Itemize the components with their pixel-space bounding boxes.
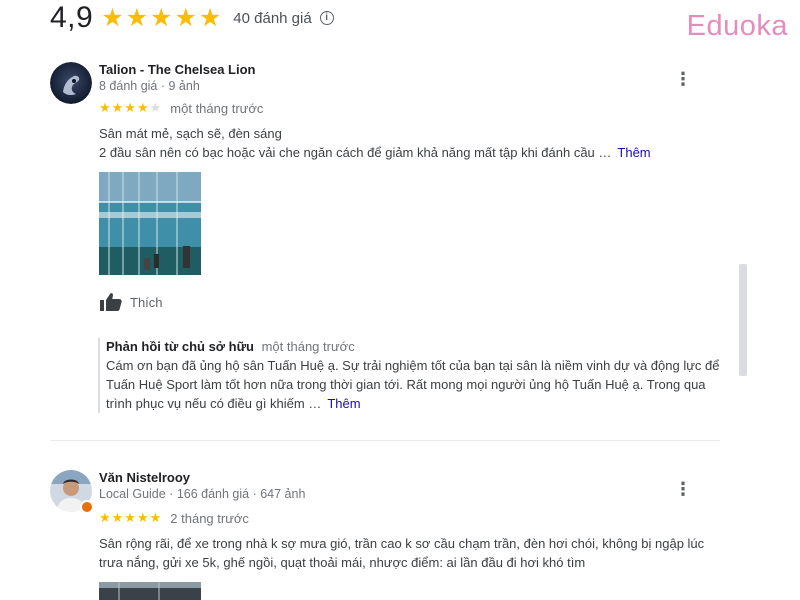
review-text-line: Sân mát mẻ, sạch sẽ, đèn sáng xyxy=(99,126,282,141)
review-rating: ★★★★★ một tháng trước xyxy=(99,100,263,116)
review-time: 2 tháng trước xyxy=(170,510,249,526)
more-options-icon[interactable]: ⋮ xyxy=(674,70,692,88)
reviewer-info: Văn Nistelrooy Local Guide · 166 đánh gi… xyxy=(99,470,305,502)
review-card: Văn Nistelrooy Local Guide · 166 đánh gi… xyxy=(50,470,720,600)
more-link[interactable]: Thêm xyxy=(327,396,360,411)
like-button[interactable]: Thích xyxy=(99,292,163,312)
reviewer-name[interactable]: Talion - The Chelsea Lion xyxy=(99,62,256,78)
owner-reply: Phản hồi từ chủ sở hữu một tháng trước C… xyxy=(98,338,723,413)
info-icon[interactable]: i xyxy=(319,11,334,25)
review-photo[interactable] xyxy=(99,172,201,275)
reviewer-name[interactable]: Văn Nistelrooy xyxy=(99,470,305,486)
reviewer-meta: Local Guide · 166 đánh giá · 647 ảnh xyxy=(99,487,306,501)
review-card: Talion - The Chelsea Lion 8 đánh giá · 9… xyxy=(50,62,720,432)
review-rating: ★★★★★ 2 tháng trước xyxy=(99,510,249,526)
review-count[interactable]: 40 đánh giá xyxy=(233,10,311,27)
review-stars: ★★★★★ xyxy=(99,100,163,115)
review-text-line: 2 đầu sân nên có bạc hoặc vải che ngăn c… xyxy=(99,145,612,160)
court-photo-image xyxy=(99,172,201,275)
owner-reply-text: Cám ơn bạn đã ủng hộ sân Tuấn Huệ ạ. Sự … xyxy=(106,358,720,411)
thumbs-up-icon xyxy=(100,293,122,311)
review-text: Sân mát mẻ, sạch sẽ, đèn sáng 2 đầu sân … xyxy=(99,124,719,162)
average-stars: ★★★★★ xyxy=(101,3,224,32)
like-label: Thích xyxy=(130,294,163,310)
average-score: 4,9 xyxy=(50,1,94,34)
owner-reply-time: một tháng trước xyxy=(261,339,355,354)
eduoka-logo: Eduoka xyxy=(686,10,788,42)
review-text: Sân rộng rãi, để xe trong nhà k sợ mưa g… xyxy=(99,536,705,570)
review-photo[interactable] xyxy=(99,582,201,600)
owner-reply-title: Phản hồi từ chủ sở hữu xyxy=(106,339,254,354)
avatar-image xyxy=(50,62,92,104)
court-photo-image xyxy=(99,582,201,600)
review-divider xyxy=(50,440,720,441)
more-options-icon[interactable]: ⋮ xyxy=(674,480,692,498)
reviewer-meta: 8 đánh giá · 9 ảnh xyxy=(99,79,200,93)
scrollbar-thumb[interactable] xyxy=(739,264,747,376)
more-link[interactable]: Thêm xyxy=(617,145,650,160)
local-guide-badge-icon xyxy=(80,500,94,514)
reviewer-info: Talion - The Chelsea Lion 8 đánh giá · 9… xyxy=(99,62,256,94)
avatar[interactable] xyxy=(50,470,94,514)
rating-summary: 4,9 ★★★★★ 40 đánh giá i xyxy=(50,0,334,36)
review-stars: ★★★★★ xyxy=(99,510,163,525)
avatar[interactable] xyxy=(50,62,92,104)
review-time: một tháng trước xyxy=(170,100,264,116)
